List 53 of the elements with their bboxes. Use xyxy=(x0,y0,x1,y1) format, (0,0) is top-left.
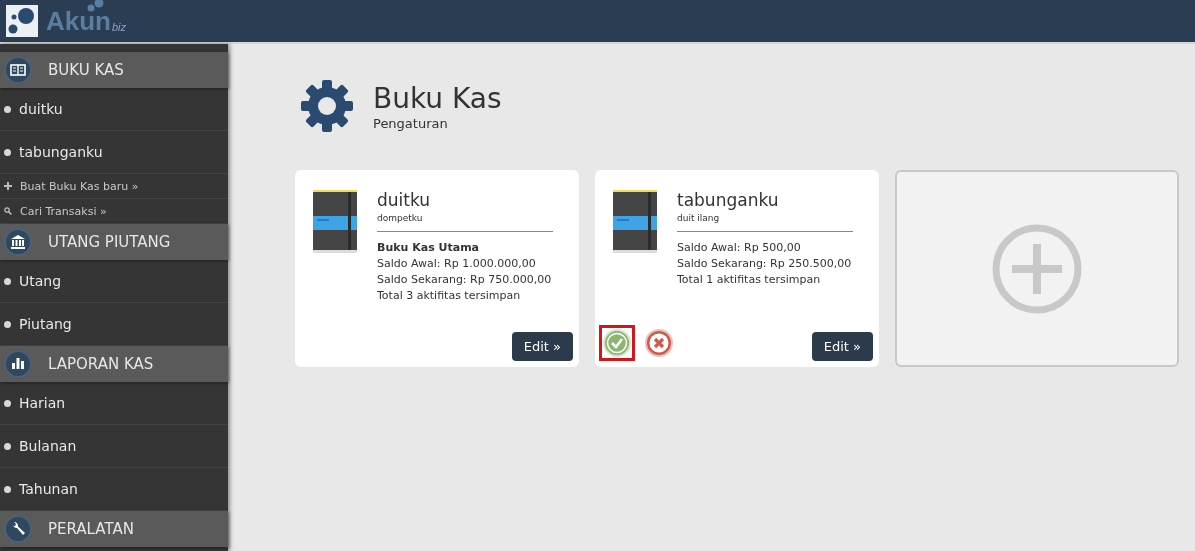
card-text: Saldo Awal: Rp 500,00 xyxy=(677,240,802,256)
notebook-icon xyxy=(313,190,357,254)
bullet-icon xyxy=(4,148,11,156)
bullet-icon xyxy=(4,399,11,407)
close-icon xyxy=(645,329,673,357)
card-text: Saldo Awal: Rp 1.000.000,00 xyxy=(377,256,537,272)
sidebar-item[interactable]: duitku xyxy=(0,88,228,131)
bullet-icon xyxy=(4,277,11,285)
section-header[interactable]: UTANG PIUTANG xyxy=(0,224,228,260)
section-title: BUKU KAS xyxy=(48,61,124,79)
card-text: Total 1 aktifitas tersimpan xyxy=(677,272,822,288)
set-primary-button[interactable] xyxy=(599,325,635,361)
plus-icon xyxy=(992,223,1082,314)
bullet-icon xyxy=(4,485,11,493)
bank-icon xyxy=(4,228,32,256)
card-text: Saldo Sekarang: Rp 750.000,00 xyxy=(377,272,553,288)
card-subtitle: dompetku xyxy=(377,213,424,223)
logo-icon xyxy=(6,5,38,37)
section-title: UTANG PIUTANG xyxy=(48,233,171,251)
sidebar-item[interactable]: Harian xyxy=(0,382,228,425)
dots-icon xyxy=(86,0,104,12)
section-title: LAPORAN KAS xyxy=(48,355,154,373)
card-text: Total 3 aktifitas tersimpan xyxy=(377,288,522,304)
edit-button[interactable]: Edit » xyxy=(811,332,873,361)
bullet-icon xyxy=(4,442,11,450)
sidebar-item[interactable]: tabunganku xyxy=(0,131,228,174)
section-title: PERALATAN xyxy=(48,520,134,538)
book-icon xyxy=(4,56,32,84)
sidebar-item[interactable]: Utang xyxy=(0,260,228,303)
sidebar-item[interactable]: Bulanan xyxy=(0,425,228,468)
bullet-icon xyxy=(4,320,11,328)
section-header[interactable]: PERALATAN xyxy=(0,511,228,547)
card-title: tabunganku xyxy=(677,190,780,210)
section-header[interactable]: BUKU KAS xyxy=(0,52,228,88)
card-subtitle: duit ilang xyxy=(677,213,721,223)
gear-icon xyxy=(299,78,355,134)
wrench-icon xyxy=(4,515,32,543)
search-icon xyxy=(4,207,12,215)
plus-icon xyxy=(4,182,12,190)
page-title: Buku Kas xyxy=(373,81,502,116)
primary-label: Buku Kas Utama xyxy=(377,240,480,256)
edit-button[interactable]: Edit » xyxy=(511,332,573,361)
page-subtitle: Pengaturan xyxy=(373,115,449,131)
notebook-icon xyxy=(613,190,657,254)
check-icon xyxy=(603,329,631,357)
logo-text: Akun xyxy=(46,6,111,36)
sidebar-item[interactable]: Buat Buku Kas baru » xyxy=(0,174,228,199)
logo-suffix: biz xyxy=(112,20,127,35)
card-title: duitku xyxy=(377,190,432,210)
bullet-icon xyxy=(4,105,11,113)
bar-chart-icon xyxy=(4,350,32,378)
card-text: Saldo Sekarang: Rp 250.500,00 xyxy=(677,256,853,272)
section-header[interactable]: LAPORAN KAS xyxy=(0,346,228,382)
